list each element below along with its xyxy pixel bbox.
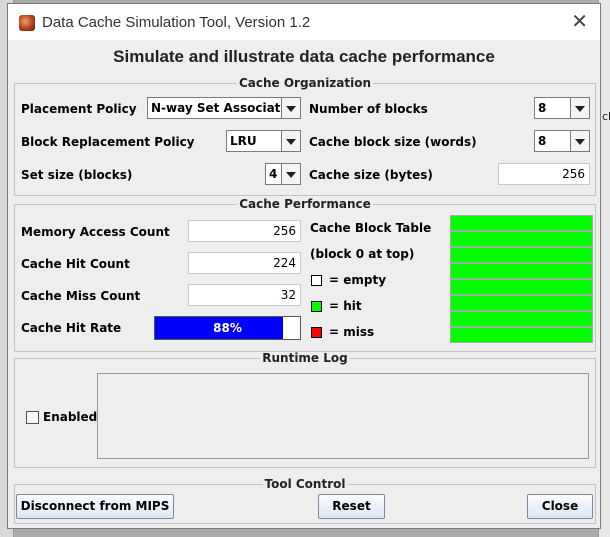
cache-block-row-0 — [450, 215, 593, 231]
legend-miss-label: = miss — [329, 325, 375, 339]
dialog-window: Data Cache Simulation Tool, Version 1.2 … — [7, 3, 601, 529]
hit-swatch — [311, 301, 322, 312]
placement-policy-value: N-way Set Associative — [151, 101, 301, 115]
enabled-checkbox[interactable] — [26, 411, 39, 424]
cache-hit-rate-text: 88% — [213, 321, 242, 335]
number-of-blocks-select[interactable]: 8 — [534, 97, 590, 119]
cache-block-row-6 — [450, 311, 593, 327]
chevron-down-icon[interactable] — [570, 131, 589, 151]
cache-block-row-1 — [450, 231, 593, 247]
cache-organization-legend: Cache Organization — [238, 76, 372, 90]
cache-performance-legend: Cache Performance — [239, 197, 371, 211]
cache-block-row-4 — [450, 279, 593, 295]
cache-miss-count-label: Cache Miss Count — [21, 289, 141, 303]
memory-access-count-field: 256 — [188, 220, 301, 242]
set-size-select[interactable]: 4 — [265, 163, 301, 185]
cache-block-row-7 — [450, 327, 593, 343]
cache-block-table — [450, 215, 593, 343]
runtime-log-legend: Runtime Log — [262, 351, 348, 365]
chevron-down-icon[interactable] — [570, 98, 589, 118]
block-size-value: 8 — [538, 134, 547, 148]
cache-block-table-label: Cache Block Table — [310, 221, 432, 235]
chevron-down-icon[interactable] — [281, 164, 300, 184]
chevron-down-icon[interactable] — [281, 98, 300, 118]
chevron-down-icon[interactable] — [281, 131, 300, 151]
placement-policy-label: Placement Policy — [21, 102, 137, 116]
close-icon[interactable]: ✕ — [571, 11, 588, 31]
set-size-label: Set size (blocks) — [21, 168, 133, 182]
number-of-blocks-value: 8 — [538, 101, 547, 115]
cache-hit-rate-bar: 88% — [154, 316, 301, 340]
enabled-label: Enabled — [43, 410, 98, 424]
cache-hit-count-field: 224 — [188, 252, 301, 274]
placement-policy-select[interactable]: N-way Set Associative — [147, 97, 301, 119]
app-icon — [19, 15, 35, 31]
block-size-select[interactable]: 8 — [534, 130, 590, 152]
cache-hit-rate-label: Cache Hit Rate — [21, 321, 122, 335]
cache-size-label: Cache size (bytes) — [309, 168, 433, 182]
background-window-text: ch — [602, 110, 610, 123]
set-size-value: 4 — [269, 167, 278, 181]
memory-access-count-label: Memory Access Count — [21, 225, 170, 239]
cache-miss-count-field: 32 — [188, 284, 301, 306]
miss-swatch — [311, 327, 322, 338]
cache-block-row-3 — [450, 263, 593, 279]
replacement-policy-label: Block Replacement Policy — [21, 135, 195, 149]
runtime-log-textarea[interactable] — [97, 373, 589, 459]
cache-hit-count-label: Cache Hit Count — [21, 257, 130, 271]
legend-empty-label: = empty — [329, 273, 387, 287]
block-size-label: Cache block size (words) — [309, 135, 477, 149]
empty-swatch — [311, 275, 322, 286]
window-title: Data Cache Simulation Tool, Version 1.2 — [42, 14, 311, 31]
close-button[interactable]: Close — [527, 494, 593, 519]
page-title: Simulate and illustrate data cache perfo… — [113, 47, 495, 66]
cache-block-row-5 — [450, 295, 593, 311]
cache-block-table-subtitle: (block 0 at top) — [310, 247, 415, 261]
disconnect-button[interactable]: Disconnect from MIPS — [16, 494, 174, 519]
replacement-policy-select[interactable]: LRU — [226, 130, 301, 152]
reset-button[interactable]: Reset — [318, 494, 385, 519]
title-bar[interactable]: Data Cache Simulation Tool, Version 1.2 … — [8, 4, 600, 40]
cache-size-field: 256 — [498, 163, 590, 185]
replacement-policy-value: LRU — [230, 134, 257, 148]
legend-hit-label: = hit — [329, 299, 362, 313]
cache-block-row-2 — [450, 247, 593, 263]
number-of-blocks-label: Number of blocks — [309, 102, 428, 116]
tool-control-legend: Tool Control — [264, 477, 346, 491]
